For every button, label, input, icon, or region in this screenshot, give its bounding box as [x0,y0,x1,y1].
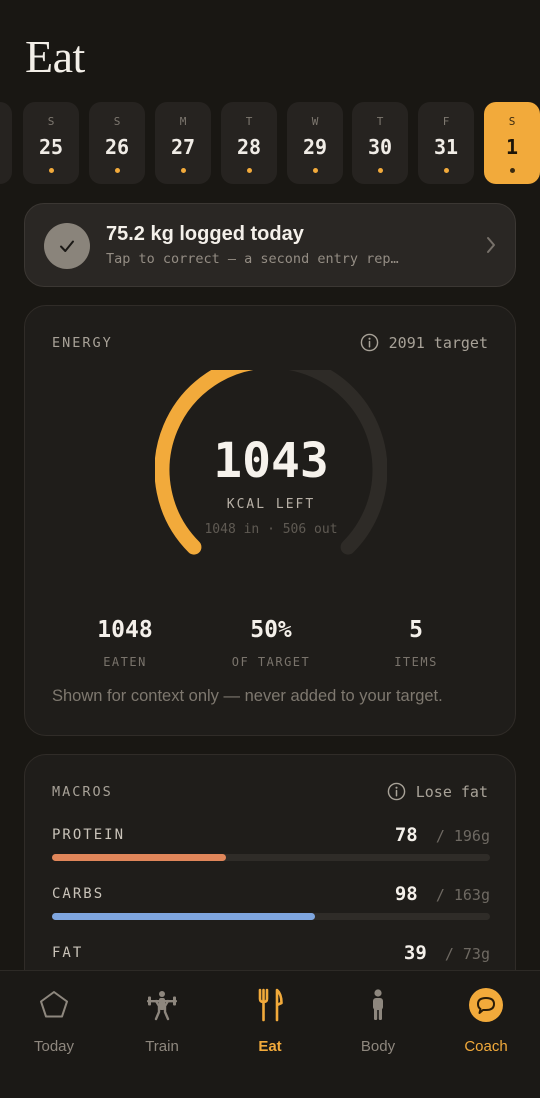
macro-target: 73g [462,945,490,963]
energy-target[interactable]: 2091 target [360,333,488,352]
macro-target: 163g [453,886,490,904]
macro-current: 78 [394,824,418,846]
stat-items: 5 ITEMS [341,617,491,669]
day-number: 26 [104,135,130,159]
day-of-week: W [311,115,319,128]
tab-label: Coach [464,1038,508,1055]
tab-today[interactable]: Today [0,987,108,1055]
day-of-week: F [442,115,450,128]
day-chip[interactable]: T 30 [352,102,408,184]
person-icon [324,987,432,1023]
day-chip[interactable]: W 29 [287,102,343,184]
logged-dot [377,168,383,173]
stat-label: ITEMS [394,655,438,669]
logged-dot [509,168,515,173]
macro-current: 98 [394,883,418,905]
day-of-week: T [376,115,384,128]
info-icon[interactable] [387,782,406,801]
day-of-week: M [179,115,187,128]
day-of-week: S [113,115,121,128]
tab-label: Today [33,1038,75,1055]
tab-train[interactable]: Train [108,987,216,1055]
macro-bar-fill [52,913,316,920]
kcal-left-label: KCAL LEFT [226,497,316,512]
weight-logged-subtitle: Tap to correct — a second entry rep… [106,251,399,267]
day-chip[interactable]: S 25 [23,102,79,184]
macro-target: 196g [453,827,490,845]
day-of-week: S [508,115,516,128]
info-icon[interactable] [360,333,379,352]
tab-coach[interactable]: Coach [432,987,540,1055]
day-chip[interactable]: T 28 [221,102,277,184]
day-strip[interactable]: S 25 S 26 M 27 T 28 W 29 T 30 F 31 S 1 [0,102,540,184]
day-of-week: T [245,115,253,128]
day-chip[interactable]: S 26 [89,102,145,184]
day-chip-selected[interactable]: S 1 [484,102,540,184]
tab-label: Body [360,1038,396,1055]
energy-label: ENERGY [52,335,113,351]
stat-label: OF TARGET [231,655,311,669]
day-number: 31 [433,135,459,159]
energy-card: ENERGY 2091 target 1043 KCAL LEFT 1048 i… [24,305,516,736]
day-chip-previous[interactable] [0,102,12,184]
fork-knife-icon [216,987,324,1023]
logged-dot [312,168,318,173]
stat-label: EATEN [103,655,147,669]
macro-name: CARBS [52,886,105,902]
check-icon [44,223,90,269]
day-chip[interactable]: F 31 [418,102,474,184]
macro-separator: / [444,945,454,963]
day-number: 28 [236,135,262,159]
stat-eaten: 1048 EATEN [50,617,200,669]
weightlifter-icon [108,987,216,1023]
logged-dot [443,168,449,173]
day-number: 27 [170,135,196,159]
macro-value: 78 / 196g [395,824,490,846]
macro-separator: / [435,886,445,904]
macro-current: 39 [403,942,427,964]
day-number: 29 [302,135,328,159]
stat-value: 1048 [97,617,153,643]
logged-dot [180,168,186,173]
macro-name: PROTEIN [52,827,126,843]
day-of-week: S [47,115,55,128]
logged-dot [246,168,252,173]
context-note: Shown for context only — never added to … [52,687,443,705]
day-number: 30 [367,135,393,159]
macro-bar-fill [52,854,227,861]
stat-of-target: 50% OF TARGET [196,617,346,669]
day-chip[interactable]: M 27 [155,102,211,184]
chat-bubble-icon [432,987,540,1023]
bottom-tab-bar: Today Train Eat Body Coach [0,970,540,1098]
macros-goal-text: Lose fat [415,782,488,801]
tab-label: Eat [258,1038,282,1055]
kcal-breakdown: 1048 in · 506 out [204,522,338,537]
macros-label: MACROS [52,784,113,800]
page-title: Eat [25,31,85,82]
macro-bar-track [52,854,490,861]
weight-logged-title: 75.2 kg logged today [106,223,304,245]
macro-separator: / [435,827,445,845]
kcal-left-value: 1043 [213,433,329,489]
tab-eat[interactable]: Eat [216,987,324,1055]
stat-value: 50% [250,617,292,643]
tab-body[interactable]: Body [324,987,432,1055]
day-number: 25 [38,135,64,159]
stat-value: 5 [409,617,423,643]
logged-dot [48,168,54,173]
weight-logged-banner[interactable]: 75.2 kg logged today Tap to correct — a … [24,203,516,287]
energy-target-text: 2091 target [388,333,488,352]
macros-goal[interactable]: Lose fat [387,782,488,801]
pentagon-icon [0,987,108,1023]
macro-bar-track [52,913,490,920]
macro-name: FAT [52,945,84,961]
macro-value: 39 / 73g [404,942,490,964]
tab-label: Train [145,1038,179,1055]
chevron-right-icon [485,235,497,260]
macro-value: 98 / 163g [395,883,490,905]
logged-dot [114,168,120,173]
day-number: 1 [505,135,519,159]
